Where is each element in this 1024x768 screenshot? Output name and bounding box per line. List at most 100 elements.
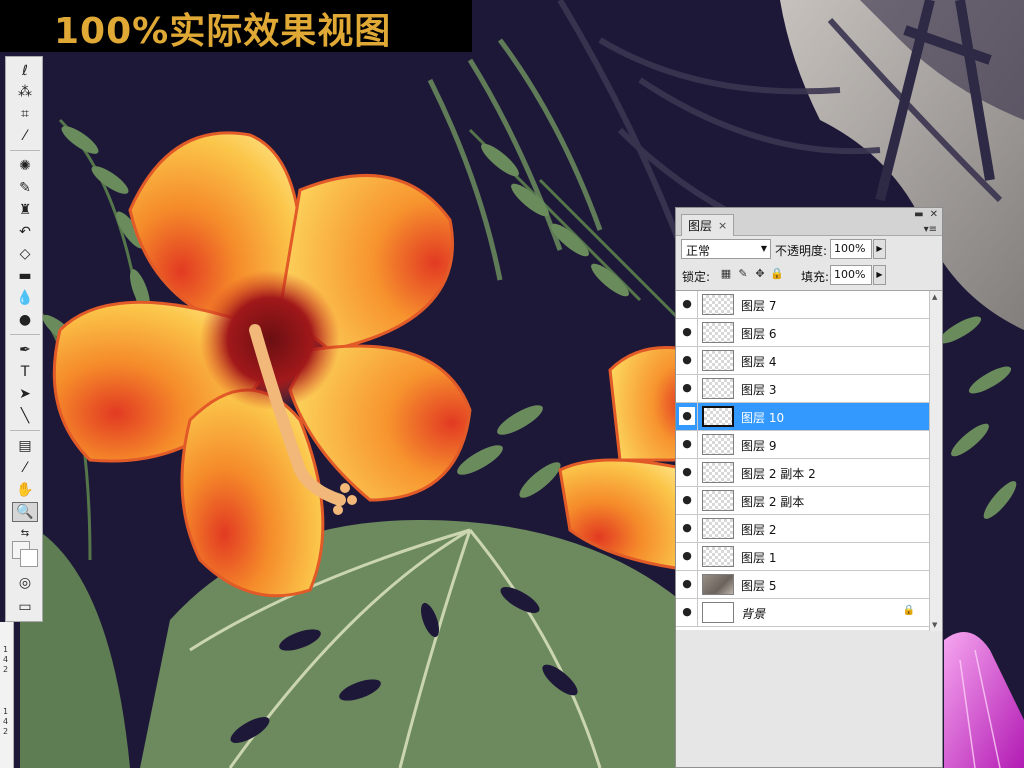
layer-name: 图层 5 (741, 579, 777, 593)
layer-row[interactable]: ● 图层 9 (676, 431, 929, 459)
ruler-label: 2 (3, 665, 9, 674)
layer-row[interactable]: ● 图层 2 副本 2 (676, 459, 929, 487)
layer-thumbnail (702, 434, 734, 455)
healing-brush-tool-icon[interactable]: ✺ (12, 156, 38, 176)
panel-menu-icon[interactable]: ▾≡ (924, 224, 937, 235)
layer-row[interactable]: ● 图层 2 副本 (676, 487, 929, 515)
layer-thumbnail (702, 490, 734, 511)
layer-row-selected[interactable]: ● 图层 10 (676, 403, 929, 431)
blend-opacity-row: 正常 ▼ 不透明度: 100% ▶ (681, 239, 939, 261)
tools-panel: ℓ ⁂ ⌗ ⁄ ✺ ✎ ♜ ↶ ◇ ▬ 💧 ● ✒ T ➤ ╲ ▤ ⁄ ✋ 🔍 … (5, 56, 43, 622)
lock-position-icon[interactable]: ✥ (753, 267, 767, 281)
tool-separator (10, 150, 40, 151)
eye-divider (697, 375, 698, 402)
brush-tool-icon[interactable]: ✎ (12, 178, 38, 198)
panel-close-icon[interactable]: ✕ (930, 209, 938, 220)
notes-tool-icon[interactable]: ▤ (12, 436, 38, 456)
screen-mode-icon[interactable]: ▭ (12, 597, 38, 617)
opacity-label: 不透明度: (775, 244, 828, 258)
history-brush-tool-icon[interactable]: ↶ (12, 222, 38, 242)
quick-mask-icon[interactable]: ◎ (12, 573, 38, 593)
vertical-ruler: 1 4 2 1 4 2 (0, 622, 14, 768)
eraser-tool-icon[interactable]: ◇ (12, 244, 38, 264)
scroll-down-icon[interactable]: ▼ (932, 621, 937, 629)
layer-row[interactable]: ● 图层 1 (676, 543, 929, 571)
banner-title: 100%实际效果视图 (54, 11, 392, 52)
lock-image-pixels-icon[interactable]: ✎ (736, 267, 750, 281)
crop-tool-icon[interactable]: ⌗ (12, 104, 38, 124)
blend-mode-select[interactable]: 正常 ▼ (681, 239, 771, 259)
layer-row[interactable]: ● 图层 4 (676, 347, 929, 375)
layer-name: 图层 4 (741, 355, 777, 369)
clone-stamp-tool-icon[interactable]: ♜ (12, 200, 38, 220)
zoom-tool-icon[interactable]: 🔍 (12, 502, 38, 522)
layer-row[interactable]: ● 图层 7 (676, 291, 929, 319)
blur-tool-icon[interactable]: 💧 (12, 288, 38, 308)
eye-icon[interactable]: ● (679, 295, 695, 313)
eye-icon[interactable]: ● (679, 379, 695, 397)
lasso-tool-icon[interactable]: ℓ (12, 61, 38, 81)
blend-mode-value: 正常 (686, 244, 711, 258)
layer-row[interactable]: ● 图层 3 (676, 375, 929, 403)
layer-row[interactable]: ● 图层 5 (676, 571, 929, 599)
magic-wand-tool-icon[interactable]: ⁂ (12, 82, 38, 102)
eye-icon[interactable]: ● (679, 519, 695, 537)
layer-row[interactable]: ● 图层 6 (676, 319, 929, 347)
opacity-input[interactable]: 100% (830, 239, 872, 259)
close-icon[interactable]: × (718, 219, 727, 232)
swap-colors-icon[interactable]: ⇆ (12, 523, 38, 543)
eye-icon[interactable]: ● (679, 463, 695, 481)
tab-layers[interactable]: 图层 × (681, 214, 735, 236)
background-color-swatch[interactable] (20, 549, 38, 567)
dodge-tool-icon[interactable]: ● (12, 310, 38, 330)
fill-slider-arrow-icon[interactable]: ▶ (873, 265, 886, 285)
opacity-slider-arrow-icon[interactable]: ▶ (873, 239, 886, 259)
lock-label: 锁定: (682, 270, 711, 284)
ruler-label: 1 (3, 707, 9, 716)
layer-thumbnail (702, 518, 734, 539)
eye-divider (697, 571, 698, 598)
eye-icon[interactable]: ● (679, 351, 695, 369)
layer-name: 图层 3 (741, 383, 777, 397)
eye-icon[interactable]: ● (679, 547, 695, 565)
lock-all-icon[interactable]: 🔒 (770, 267, 784, 281)
lock-transparent-pixels-icon[interactable]: ▦ (719, 267, 733, 281)
layer-thumbnail (702, 602, 734, 623)
panel-header: 图层 × ▬ ✕ ▾≡ (676, 208, 942, 236)
line-tool-icon[interactable]: ╲ (12, 406, 38, 426)
fill-label: 填充: (801, 270, 830, 284)
eye-divider (697, 487, 698, 514)
eye-divider (697, 599, 698, 626)
panel-window-controls: ▬ ✕ (914, 209, 938, 220)
eye-icon[interactable]: ● (679, 491, 695, 509)
pen-tool-icon[interactable]: ✒ (12, 340, 38, 360)
eye-icon[interactable]: ● (679, 435, 695, 453)
gradient-tool-icon[interactable]: ▬ (12, 266, 38, 286)
layer-name: 图层 9 (741, 439, 777, 453)
hand-tool-icon[interactable]: ✋ (12, 480, 38, 500)
ruler-label: 1 (3, 645, 9, 654)
eye-divider (697, 431, 698, 458)
layer-thumbnail (702, 322, 734, 343)
eye-divider (697, 291, 698, 318)
layer-row-background[interactable]: ● 背景 🔒 (676, 599, 929, 627)
ruler-label: 2 (3, 727, 9, 736)
path-selection-tool-icon[interactable]: ➤ (12, 384, 38, 404)
eye-divider (697, 403, 698, 430)
eyedropper-tool-icon[interactable]: ⁄ (12, 126, 38, 146)
layer-list-scrollbar[interactable]: ▲ ▼ (929, 291, 942, 631)
tool-separator (10, 430, 40, 431)
color-sampler-tool-icon[interactable]: ⁄ (12, 458, 38, 478)
eye-divider (697, 515, 698, 542)
eye-icon[interactable]: ● (679, 575, 695, 593)
fill-input[interactable]: 100% (830, 265, 872, 285)
type-tool-icon[interactable]: T (12, 362, 38, 382)
layer-name: 图层 6 (741, 327, 777, 341)
scroll-up-icon[interactable]: ▲ (932, 293, 937, 301)
eye-divider (697, 319, 698, 346)
layer-row[interactable]: ● 图层 2 (676, 515, 929, 543)
eye-icon[interactable]: ● (679, 323, 695, 341)
minimize-icon[interactable]: ▬ (914, 209, 923, 220)
eye-icon[interactable]: ● (679, 603, 695, 621)
eye-icon[interactable]: ● (679, 407, 695, 425)
